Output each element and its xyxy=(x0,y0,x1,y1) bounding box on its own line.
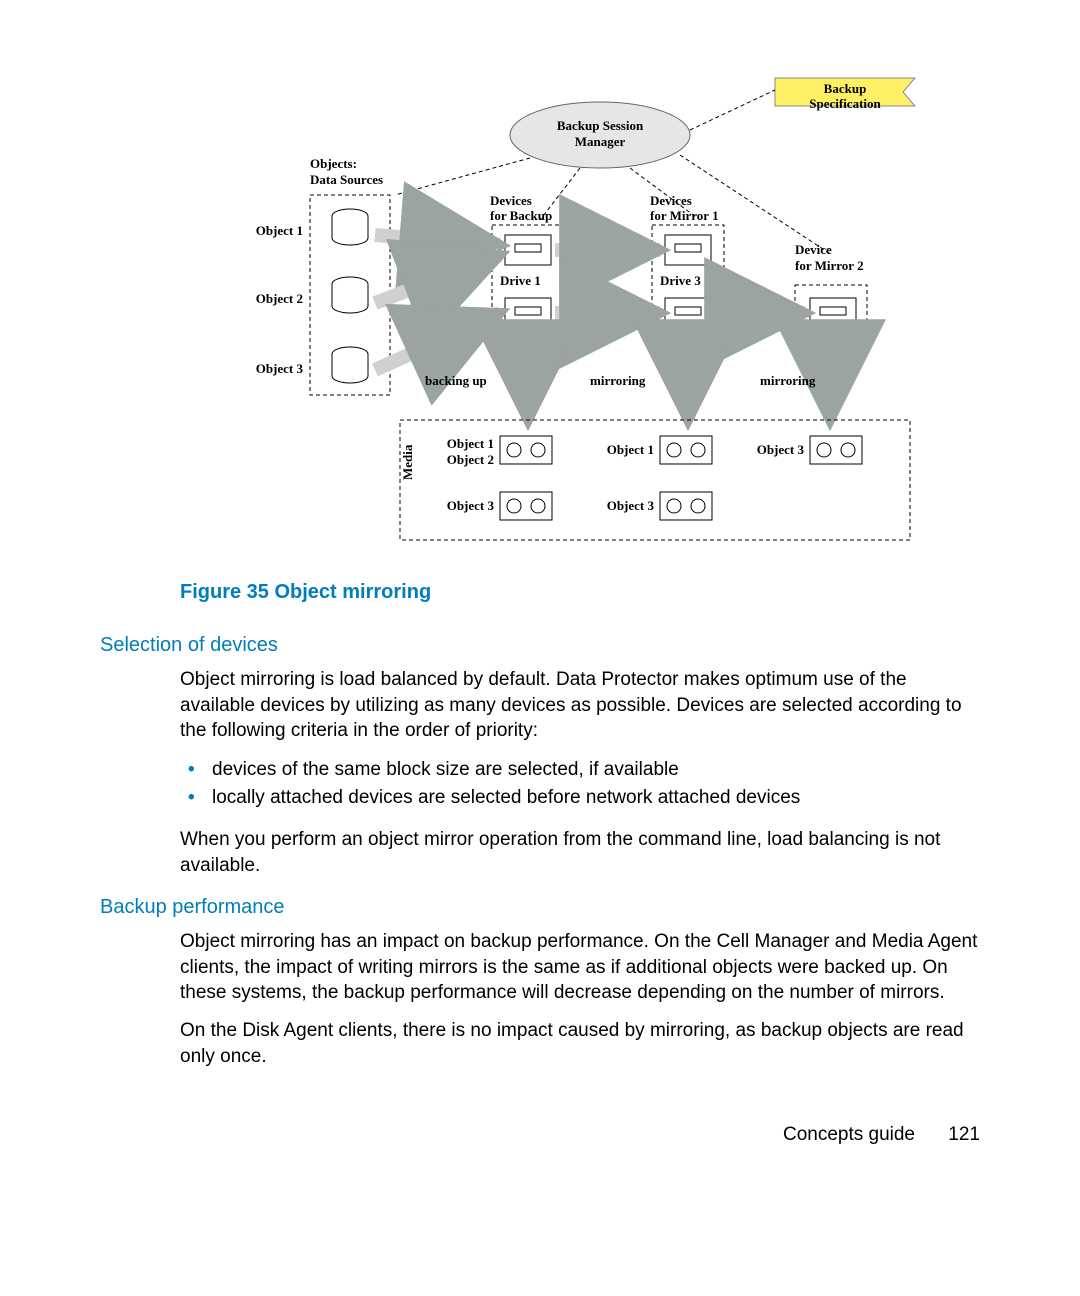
svg-text:Backup Session: Backup Session xyxy=(557,118,644,133)
figure-caption: Figure 35 Object mirroring xyxy=(180,581,980,604)
selection-p2: When you perform an object mirror operat… xyxy=(180,827,980,878)
object-mirroring-diagram: .bold { font: bold 13px 'Times New Roman… xyxy=(180,60,980,565)
svg-text:Object 3: Object 3 xyxy=(757,442,805,457)
svg-text:for Mirror 2: for Mirror 2 xyxy=(795,258,864,273)
svg-text:Manager: Manager xyxy=(575,134,626,149)
svg-text:Drive 3: Drive 3 xyxy=(660,273,701,288)
footer-doc-title: Concepts guide xyxy=(783,1124,915,1145)
svg-text:mirroring: mirroring xyxy=(590,373,646,388)
section-heading-selection: Selection of devices xyxy=(100,634,980,657)
page-footer: Concepts guide 121 xyxy=(783,1124,980,1146)
svg-text:Data Sources: Data Sources xyxy=(310,172,383,187)
selection-p1: Object mirroring is load balanced by def… xyxy=(180,667,980,744)
svg-text:mirroring: mirroring xyxy=(760,373,816,388)
section-heading-performance: Backup performance xyxy=(100,896,980,919)
svg-text:Device: Device xyxy=(795,242,832,257)
bullet-item: devices of the same block size are selec… xyxy=(208,756,980,785)
svg-text:Devices: Devices xyxy=(490,193,532,208)
svg-text:Object 1: Object 1 xyxy=(607,442,654,457)
svg-text:Drive 1: Drive 1 xyxy=(500,273,541,288)
selection-bullets: devices of the same block size are selec… xyxy=(180,756,980,813)
svg-text:Object 3: Object 3 xyxy=(256,361,304,376)
svg-text:Object 1: Object 1 xyxy=(256,223,303,238)
svg-text:for Backup: for Backup xyxy=(490,208,552,223)
svg-text:for Mirror 1: for Mirror 1 xyxy=(650,208,719,223)
svg-text:Backup: Backup xyxy=(824,81,867,96)
performance-p2: On the Disk Agent clients, there is no i… xyxy=(180,1018,980,1069)
svg-text:Object 2: Object 2 xyxy=(256,291,303,306)
svg-text:Objects:: Objects: xyxy=(310,156,357,171)
svg-text:Devices: Devices xyxy=(650,193,692,208)
svg-text:Object 3: Object 3 xyxy=(607,498,655,513)
svg-text:Media: Media xyxy=(400,444,415,480)
svg-text:Object 1: Object 1 xyxy=(447,436,494,451)
svg-text:Object 2: Object 2 xyxy=(447,452,494,467)
svg-text:Drive 2: Drive 2 xyxy=(500,336,541,351)
performance-p1: Object mirroring has an impact on backup… xyxy=(180,929,980,1006)
footer-page-number: 121 xyxy=(948,1124,980,1145)
bullet-item: locally attached devices are selected be… xyxy=(208,784,980,813)
svg-text:backing up: backing up xyxy=(425,373,487,388)
svg-text:Object 3: Object 3 xyxy=(447,498,495,513)
svg-text:Specification: Specification xyxy=(809,96,881,111)
svg-text:Drive 4: Drive 4 xyxy=(660,336,701,351)
